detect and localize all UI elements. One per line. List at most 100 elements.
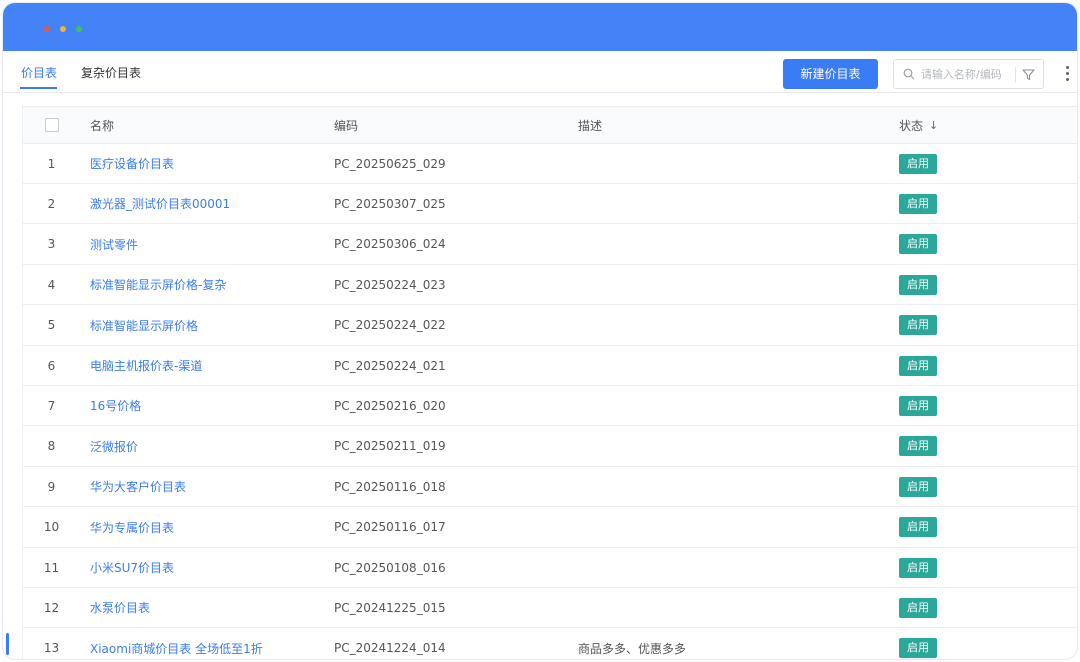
select-all-checkbox[interactable] [44, 118, 59, 132]
filter-icon[interactable] [1022, 68, 1035, 81]
status-cell: 启用 [899, 629, 1019, 659]
side-drawer-handle[interactable] [6, 633, 9, 655]
status-badge: 启用 [899, 153, 937, 174]
header-select-cell [23, 107, 80, 143]
tab-price-list[interactable]: 价目表 [21, 65, 57, 81]
price-list-description [578, 548, 878, 587]
price-list-name-link[interactable]: 标准智能显示屏价格-复杂 [90, 265, 330, 304]
maximize-window-dot[interactable] [76, 26, 82, 32]
table-row[interactable]: 9 华为大客户价目表 PC_20250116_018 启用 [23, 467, 1077, 508]
status-badge: 启用 [899, 476, 937, 497]
status-badge: 启用 [899, 436, 937, 457]
price-list-code: PC_20250625_029 [334, 156, 446, 171]
status-cell: 启用 [899, 386, 1019, 425]
row-index: 10 [43, 520, 60, 535]
price-list-name-link[interactable]: 电脑主机报价表-渠道 [90, 346, 330, 385]
row-index: 4 [47, 277, 56, 292]
new-price-list-button[interactable]: 新建价目表 [783, 59, 878, 89]
price-list-description [578, 427, 878, 466]
toolbar: 价目表 复杂价目表 新建价目表 [3, 51, 1077, 93]
price-list-name-link[interactable]: 小米SU7价目表 [90, 548, 330, 587]
status-badge: 启用 [899, 395, 937, 416]
price-list-name-link[interactable]: 标准智能显示屏价格 [90, 306, 330, 345]
price-list-name-link[interactable]: 水泵价目表 [90, 588, 330, 627]
status-badge: 启用 [899, 517, 937, 538]
search-box [893, 59, 1044, 89]
tab-complex-price-list[interactable]: 复杂价目表 [81, 65, 141, 81]
table-row[interactable]: 2 激光器_测试价目表00001 PC_20250307_025 启用 [23, 184, 1077, 225]
status-cell: 启用 [899, 144, 1019, 183]
price-list-code: PC_20250224_021 [334, 358, 446, 373]
column-header-status[interactable]: 状态 ↓ [899, 107, 1019, 143]
status-cell: 启用 [899, 184, 1019, 223]
price-list-description [578, 144, 878, 183]
status-cell: 启用 [899, 588, 1019, 627]
table-row[interactable]: 12 水泵价目表 PC_20241225_015 启用 [23, 588, 1077, 629]
minimize-window-dot[interactable] [60, 26, 66, 32]
sort-arrow-icon[interactable]: ↓ [929, 119, 938, 132]
price-list-code: PC_20250116_017 [334, 520, 446, 535]
table-row[interactable]: 3 测试零件 PC_20250306_024 启用 [23, 225, 1077, 265]
status-badge: 启用 [899, 274, 937, 295]
table-row[interactable]: 1 医疗设备价目表 PC_20250625_029 启用 [23, 144, 1077, 184]
close-window-dot[interactable] [44, 26, 50, 32]
status-badge: 启用 [899, 355, 937, 376]
status-cell: 启用 [899, 467, 1019, 506]
price-list-name-link[interactable]: 16号价格 [90, 386, 330, 425]
price-list-name-link[interactable]: 华为专属价目表 [90, 508, 330, 547]
table-row[interactable]: 7 16号价格 PC_20250216_020 启用 [23, 386, 1077, 427]
price-list-name-link[interactable]: 激光器_测试价目表00001 [90, 184, 330, 223]
status-badge: 启用 [899, 234, 937, 255]
price-list-description [578, 386, 878, 425]
table-header: 名称 编码 描述 状态 ↓ [23, 107, 1077, 144]
table-row[interactable]: 13 Xiaomi商城价目表 全场低至1折 PC_20241224_014 商品多多、… [23, 629, 1077, 659]
column-header-code[interactable]: 编码 [334, 107, 564, 143]
table-row[interactable]: 6 电脑主机报价表-渠道 PC_20250224_021 启用 [23, 346, 1077, 386]
row-index: 11 [43, 560, 60, 575]
price-list-name-link[interactable]: Xiaomi商城价目表 全场低至1折 [90, 629, 330, 659]
table-row[interactable]: 4 标准智能显示屏价格-复杂 PC_20250224_023 启用 [23, 265, 1077, 306]
status-cell: 启用 [899, 548, 1019, 587]
table-row[interactable]: 11 小米SU7价目表 PC_20250108_016 启用 [23, 548, 1077, 588]
status-header-label: 状态 [899, 118, 924, 133]
row-index: 6 [47, 358, 56, 373]
status-cell: 启用 [899, 225, 1019, 264]
price-list-name-link[interactable]: 医疗设备价目表 [90, 144, 330, 183]
price-list-code: PC_20250116_018 [334, 479, 446, 494]
column-header-desc[interactable]: 描述 [578, 107, 878, 143]
more-options-icon[interactable] [1064, 66, 1070, 82]
status-badge: 启用 [899, 557, 937, 578]
row-index: 5 [47, 318, 56, 333]
table-row[interactable]: 10 华为专属价目表 PC_20250116_017 启用 [23, 508, 1077, 548]
status-cell: 启用 [899, 427, 1019, 466]
price-list-name-link[interactable]: 泛微报价 [90, 427, 330, 466]
price-list-description [578, 184, 878, 223]
price-list-description [578, 508, 878, 547]
price-list-code: PC_20250224_023 [334, 277, 446, 292]
app-window: 价目表 复杂价目表 新建价目表 名称 编码 描述 [3, 3, 1077, 659]
status-cell: 启用 [899, 508, 1019, 547]
status-badge: 启用 [899, 597, 937, 618]
row-index: 3 [47, 237, 56, 252]
status-cell: 启用 [899, 346, 1019, 385]
price-list-description [578, 467, 878, 506]
active-tab-indicator [20, 87, 57, 89]
table-row[interactable]: 5 标准智能显示屏价格 PC_20250224_022 启用 [23, 306, 1077, 346]
search-input[interactable] [921, 65, 1011, 83]
price-list-code: PC_20250108_016 [334, 560, 446, 575]
row-index: 12 [43, 600, 60, 615]
search-icon [903, 68, 915, 80]
price-list-name-link[interactable]: 测试零件 [90, 225, 330, 264]
row-index: 8 [47, 439, 56, 454]
price-list-description [578, 225, 878, 264]
price-list-description [578, 265, 878, 304]
status-badge: 启用 [899, 193, 937, 214]
price-list-code: PC_20241225_015 [334, 600, 446, 615]
table-row[interactable]: 8 泛微报价 PC_20250211_019 启用 [23, 427, 1077, 467]
price-list-name-link[interactable]: 华为大客户价目表 [90, 467, 330, 506]
status-badge: 启用 [899, 638, 937, 659]
price-list-description [578, 306, 878, 345]
column-header-name[interactable]: 名称 [90, 107, 330, 143]
status-cell: 启用 [899, 306, 1019, 345]
price-list-description: 商品多多、优惠多多 [578, 641, 687, 656]
